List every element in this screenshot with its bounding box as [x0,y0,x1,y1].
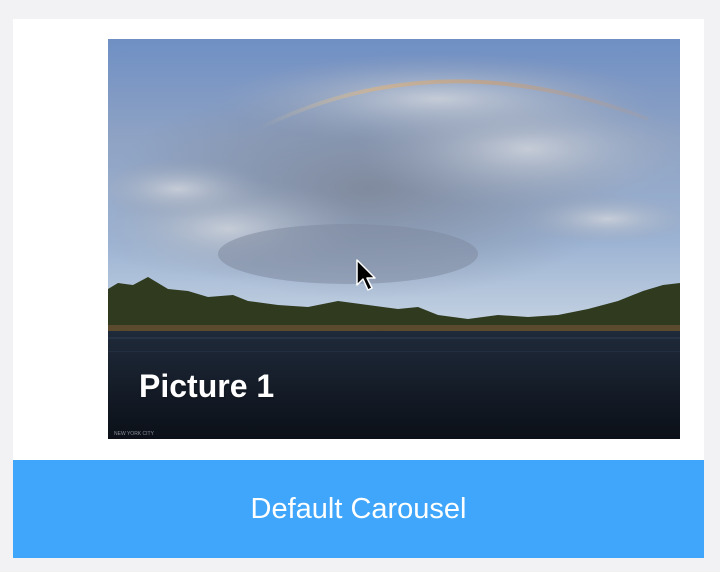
carousel-viewport[interactable]: Picture 1 NEW YORK CITY [108,39,680,439]
photo-credit: NEW YORK CITY [114,431,154,437]
carousel-card: Picture 1 NEW YORK CITY Default Carousel [13,19,704,558]
mouse-pointer-icon [356,259,376,291]
slide-caption: Picture 1 [139,368,275,404]
default-carousel-button[interactable]: Default Carousel [13,460,704,558]
